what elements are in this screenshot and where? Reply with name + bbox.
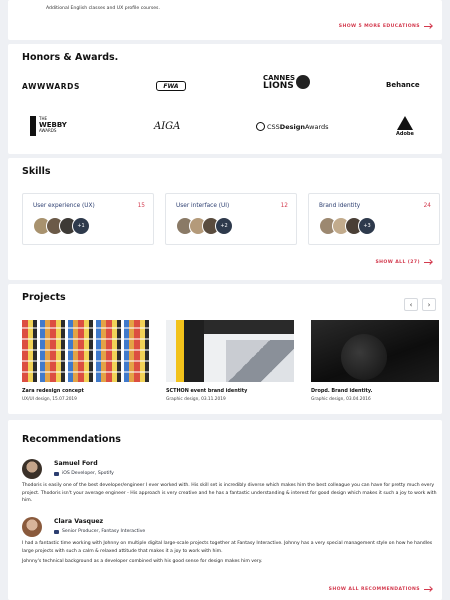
skill-name: User experience (UX) [33, 203, 95, 209]
show-more-educations-link[interactable]: SHOW 5 MORE EDUCATIONS [339, 24, 432, 29]
project-title: SCTHON event brand identity [166, 388, 248, 394]
webby-awards-logo: THE WEBBY AWARDS [30, 116, 67, 136]
aiga-logo: AIGA [154, 121, 180, 132]
recommender-role-text: Senior Producer, Fantasy Interactive [62, 529, 146, 534]
project-thumbnail [166, 320, 294, 382]
projects-title: Projects [22, 292, 66, 303]
recommender-role: Senior Producer, Fantasy Interactive [54, 529, 145, 534]
cannes-lions-logo: CANNES LIONS [263, 74, 295, 91]
css-design: Design [279, 122, 305, 131]
project-meta: UX/UI design, 15.07.2019 [22, 397, 77, 402]
projects-prev-button[interactable]: ‹ [404, 298, 418, 311]
skill-endorser-avatars: +1 [33, 217, 90, 235]
skill-count: 15 [137, 203, 145, 209]
behance-logo-text: Behance [386, 81, 420, 89]
css-ring-icon [256, 122, 265, 131]
recommendation-text: I had a fantastic time working with John… [22, 541, 433, 554]
more-endorsers-badge[interactable]: +3 [358, 217, 376, 235]
thumbnail-can [341, 334, 387, 380]
project-card-scthon[interactable]: SCTHON event brand identity Graphic desi… [166, 320, 294, 402]
skill-card-ui[interactable]: User interface (UI) 12 +2 [165, 193, 297, 245]
adobe-logo-text: Adobe [396, 131, 414, 137]
css-design-awards-logo: CSS Design Awards [256, 122, 329, 131]
css-prefix: CSS [267, 122, 280, 131]
project-card-zara[interactable]: Zara redesign concept UX/UI design, 15.0… [22, 320, 150, 402]
recommendation-text: Thodoris is easily one of the best devel… [22, 483, 437, 503]
show-all-skills-label: SHOW ALL (27) [375, 260, 420, 265]
skill-card-brand[interactable]: Brand identity 24 +3 [308, 193, 440, 245]
recommender-name[interactable]: Clara Vasquez [54, 518, 103, 525]
recommendations-title: Recommendations [22, 434, 121, 445]
project-title: Zara redesign concept [22, 388, 84, 394]
cannes-logo-bottom: LIONS [263, 81, 294, 91]
skills-title: Skills [22, 166, 51, 177]
awwwards-logo-text: AWWWARDS [22, 81, 80, 91]
arrow-right-icon [424, 26, 432, 27]
skill-endorser-avatars: +2 [176, 217, 233, 235]
projects-section: Projects ‹ › Zara redesign concept UX/UI… [8, 284, 442, 414]
adobe-logo: Adobe [396, 116, 414, 137]
adobe-mark-icon [396, 116, 413, 130]
project-meta: Graphic design, 03.04.2016 [311, 397, 371, 402]
project-card-dropd[interactable]: Dropd. Brand identity. Graphic design, 0… [311, 320, 439, 402]
behance-logo: Behance [386, 81, 420, 89]
honors-section: Honors & Awards. AWWWARDS FWA CANNES LIO… [8, 44, 442, 154]
skill-count: 24 [423, 203, 431, 209]
thumbnail-overlay [22, 320, 150, 382]
arrow-right-icon [424, 262, 432, 263]
lion-icon [296, 75, 310, 89]
webby-text: THE WEBBY AWARDS [39, 116, 67, 136]
recommender-role: iOS Developer, Spotify [54, 471, 114, 476]
thumbnail-toolbar [204, 320, 294, 334]
arrow-right-icon [424, 589, 432, 590]
recommender-role-text: iOS Developer, Spotify [62, 471, 114, 476]
skill-card-ux[interactable]: User experience (UX) 15 +1 [22, 193, 154, 245]
skills-section: Skills User experience (UX) 15 +1 User i… [8, 158, 442, 280]
honors-title: Honors & Awards. [22, 52, 119, 63]
avatar [22, 517, 42, 537]
project-thumbnail [22, 320, 150, 382]
briefcase-icon [54, 471, 59, 476]
education-courses-line: Additional English classes and UX profil… [46, 6, 160, 11]
avatar [22, 459, 42, 479]
webby-mark-icon [30, 116, 36, 136]
thumbnail-shape [226, 340, 294, 382]
recommendations-section: Recommendations Samuel Ford iOS Develope… [8, 420, 442, 600]
show-more-educations-label: SHOW 5 MORE EDUCATIONS [338, 24, 420, 29]
fwa-logo: FWA [156, 81, 186, 91]
briefcase-icon [54, 529, 59, 534]
project-meta: Graphic design, 03.11.2019 [166, 397, 226, 402]
skill-name: Brand identity [319, 203, 361, 209]
education-section: Additional English classes and UX profil… [8, 0, 442, 40]
show-all-recommendations-label: SHOW ALL RECOMMENDATIONS [328, 587, 420, 592]
aiga-logo-text: AIGA [154, 121, 181, 132]
awwwards-logo: AWWWARDS [22, 80, 80, 92]
recommendation-text: Johnny's technical background as a devel… [22, 559, 263, 564]
more-endorsers-badge[interactable]: +1 [72, 217, 90, 235]
more-endorsers-badge[interactable]: +2 [215, 217, 233, 235]
show-all-recommendations-link[interactable]: SHOW ALL RECOMMENDATIONS [329, 587, 432, 592]
projects-next-button[interactable]: › [422, 298, 436, 311]
skill-endorser-avatars: +3 [319, 217, 376, 235]
project-title: Dropd. Brand identity. [311, 388, 373, 394]
fwa-logo-text: FWA [163, 82, 179, 90]
show-all-skills-link[interactable]: SHOW ALL (27) [375, 260, 432, 265]
webby-awards: AWARDS [39, 128, 57, 133]
skill-count: 12 [280, 203, 288, 209]
thumbnail-yellow-bar [176, 320, 184, 382]
css-awards: Awards [304, 122, 329, 131]
skill-name: User interface (UI) [176, 203, 230, 209]
thumbnail-sidebar [184, 320, 204, 382]
project-thumbnail [311, 320, 439, 382]
recommender-name[interactable]: Samuel Ford [54, 460, 98, 467]
